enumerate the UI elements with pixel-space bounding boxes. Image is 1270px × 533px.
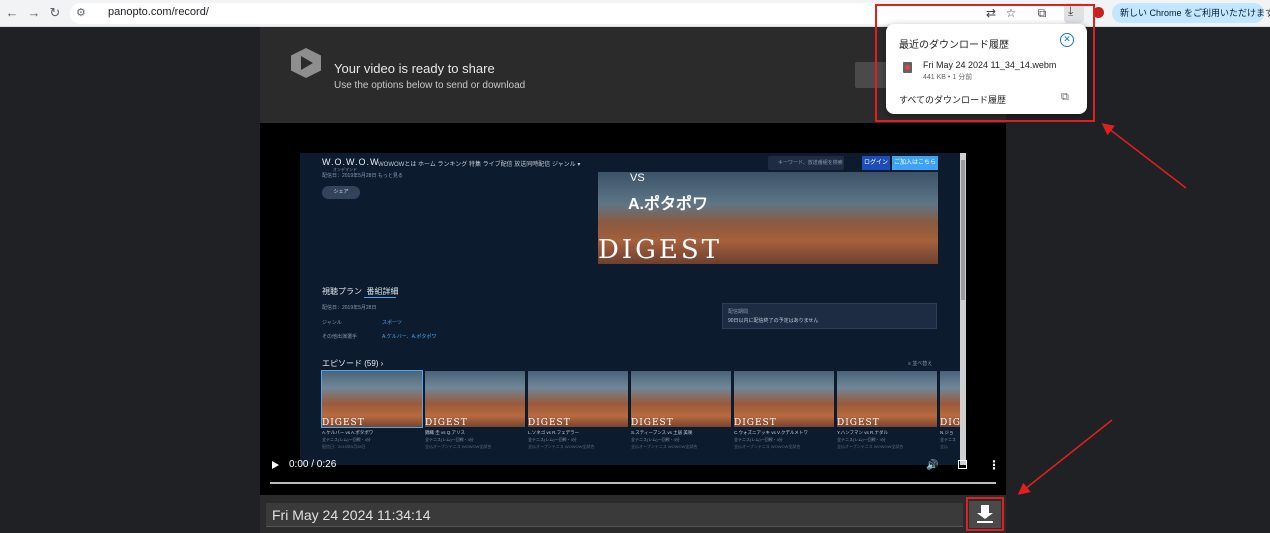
arrow-to-popover (1101, 123, 1187, 189)
annotation-arrows (1017, 123, 1187, 495)
arrow-to-download (1017, 419, 1113, 495)
